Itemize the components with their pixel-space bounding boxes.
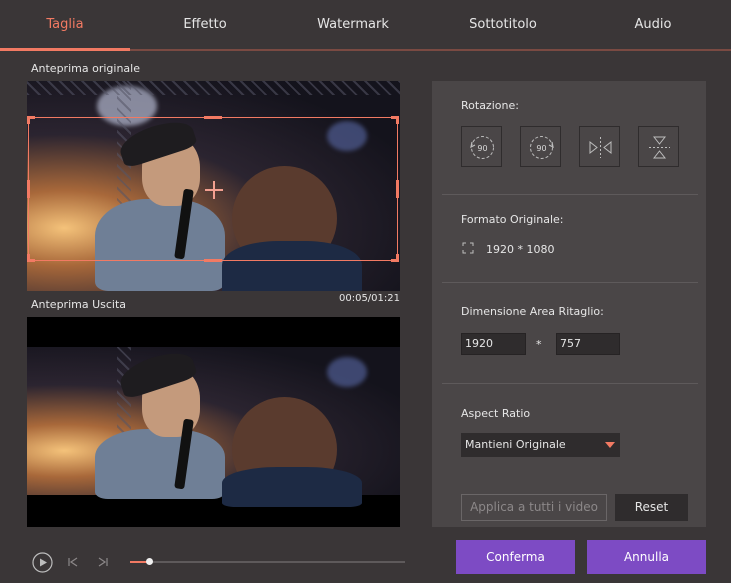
seek-bar-handle[interactable] (145, 558, 153, 565)
aspect-ratio-select[interactable]: Mantieni Originale (461, 433, 620, 457)
crop-handle-top[interactable] (204, 116, 222, 119)
aspect-ratio-label: Aspect Ratio (461, 407, 531, 420)
crop-move-icon-v[interactable] (213, 181, 215, 199)
original-format-value: 1920 * 1080 (486, 243, 555, 256)
rotate-right-icon: 90 (530, 136, 554, 159)
resolution-icon (462, 242, 474, 254)
apply-all-button[interactable]: Applica a tutti i video (461, 494, 607, 521)
output-video-frame (27, 346, 400, 507)
confirm-button[interactable]: Conferma (456, 540, 575, 574)
next-frame-icon[interactable] (97, 556, 109, 568)
rotate-right-button[interactable]: 90 (520, 126, 561, 167)
reset-button[interactable]: Reset (615, 494, 688, 521)
svg-text:90: 90 (536, 144, 546, 153)
crop-handle-bottom-left-v[interactable] (27, 254, 30, 262)
chevron-down-icon (605, 442, 615, 448)
original-preview-label: Anteprima originale (31, 62, 140, 75)
rotation-label: Rotazione: (461, 99, 519, 112)
original-preview (27, 81, 400, 291)
tab-active-indicator (0, 48, 130, 51)
flip-horizontal-icon (589, 137, 612, 158)
tab-sottotitolo[interactable]: Sottotitolo (438, 0, 568, 50)
separator (442, 194, 698, 195)
rotate-left-icon: 90 (470, 136, 494, 159)
flip-vertical-icon (649, 136, 670, 159)
crop-height-input[interactable]: 757 (556, 333, 620, 355)
tab-taglia[interactable]: Taglia (0, 0, 130, 50)
tab-bar: Taglia Effetto Watermark Sottotitolo Aud… (0, 0, 731, 52)
crop-handle-bottom[interactable] (204, 259, 222, 262)
rotate-left-button[interactable]: 90 (461, 126, 502, 167)
timecode: 00:05/01:21 (338, 293, 400, 304)
play-icon[interactable] (32, 552, 53, 573)
flip-horizontal-button[interactable] (579, 126, 620, 167)
crop-size-separator: * (536, 338, 542, 351)
aspect-ratio-value: Mantieni Originale (465, 438, 566, 451)
tab-effetto[interactable]: Effetto (140, 0, 270, 50)
crop-handle-right[interactable] (396, 180, 399, 198)
separator (442, 383, 698, 384)
crop-handle-top-left-v[interactable] (27, 116, 30, 124)
crop-area[interactable] (27, 116, 399, 262)
crop-handle-left[interactable] (27, 180, 30, 198)
output-preview-label: Anteprima Uscita (31, 298, 127, 311)
tab-audio[interactable]: Audio (588, 0, 718, 50)
seek-bar[interactable] (130, 561, 405, 563)
flip-vertical-button[interactable] (638, 126, 679, 167)
crop-handle-bottom-right-v[interactable] (396, 254, 399, 262)
separator (442, 282, 698, 283)
settings-panel: Rotazione: 90 90 Formato Originale: 1920… (432, 81, 706, 527)
original-format-label: Formato Originale: (461, 213, 564, 226)
crop-width-input[interactable]: 1920 (461, 333, 526, 355)
output-preview (27, 317, 400, 527)
svg-text:90: 90 (477, 144, 487, 153)
previous-frame-icon[interactable] (67, 556, 79, 568)
cancel-button[interactable]: Annulla (587, 540, 706, 574)
crop-size-label: Dimensione Area Ritaglio: (461, 305, 604, 318)
crop-handle-top-right-v[interactable] (396, 116, 399, 124)
tab-watermark[interactable]: Watermark (288, 0, 418, 50)
